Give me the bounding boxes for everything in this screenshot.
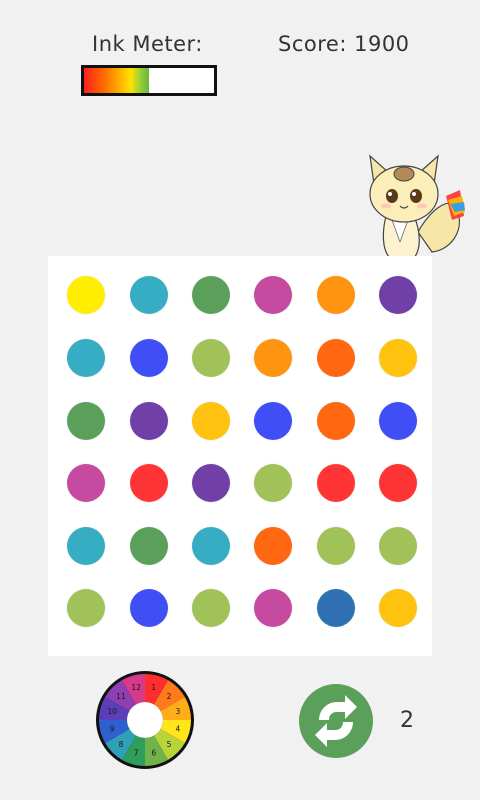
dot-r1-c6[interactable] bbox=[379, 276, 417, 314]
color-wheel-number: 5 bbox=[167, 740, 172, 749]
fox-mascot-icon bbox=[369, 154, 465, 259]
dot-r5-c4[interactable] bbox=[254, 527, 292, 565]
dot-r3-c1[interactable] bbox=[67, 402, 105, 440]
dot-r1-c1[interactable] bbox=[67, 276, 105, 314]
score-value: 1900 bbox=[354, 32, 410, 56]
color-wheel-number: 8 bbox=[119, 740, 124, 749]
color-wheel-icon: 123456789101112 bbox=[96, 671, 194, 769]
dot-r4-c1[interactable] bbox=[67, 464, 105, 502]
ink-meter-label: Ink Meter: bbox=[92, 32, 203, 56]
dot-r2-c3[interactable] bbox=[192, 339, 230, 377]
dot-r4-c3[interactable] bbox=[192, 464, 230, 502]
dot-r4-c4[interactable] bbox=[254, 464, 292, 502]
color-wheel-number: 1 bbox=[151, 683, 156, 692]
dot-r5-c6[interactable] bbox=[379, 527, 417, 565]
dot-r3-c6[interactable] bbox=[379, 402, 417, 440]
refresh-button-bg bbox=[299, 684, 373, 758]
dot-r3-c3[interactable] bbox=[192, 402, 230, 440]
score-display: Score: 1900 bbox=[278, 32, 410, 56]
dot-r5-c1[interactable] bbox=[67, 527, 105, 565]
dot-r1-c3[interactable] bbox=[192, 276, 230, 314]
dot-r2-c6[interactable] bbox=[379, 339, 417, 377]
dot-r4-c5[interactable] bbox=[317, 464, 355, 502]
dot-r6-c5[interactable] bbox=[317, 589, 355, 627]
ink-meter bbox=[81, 65, 217, 96]
dot-r4-c2[interactable] bbox=[130, 464, 168, 502]
color-wheel-number: 10 bbox=[107, 707, 117, 716]
ink-meter-fill bbox=[84, 68, 149, 93]
color-wheel-number: 11 bbox=[116, 692, 126, 701]
game-board bbox=[48, 256, 432, 656]
color-wheel-number: 4 bbox=[175, 725, 180, 734]
color-wheel-number: 12 bbox=[131, 683, 141, 692]
dot-r4-c6[interactable] bbox=[379, 464, 417, 502]
dot-r6-c4[interactable] bbox=[254, 589, 292, 627]
score-label: Score: bbox=[278, 32, 347, 56]
dot-r3-c4[interactable] bbox=[254, 402, 292, 440]
dot-r1-c4[interactable] bbox=[254, 276, 292, 314]
dot-r6-c2[interactable] bbox=[130, 589, 168, 627]
refresh-count: 2 bbox=[400, 708, 414, 733]
dot-r5-c5[interactable] bbox=[317, 527, 355, 565]
color-wheel-number: 9 bbox=[110, 725, 115, 734]
color-wheel-number: 6 bbox=[151, 749, 156, 758]
dot-r5-c2[interactable] bbox=[130, 527, 168, 565]
dot-r6-c1[interactable] bbox=[67, 589, 105, 627]
dot-r6-c3[interactable] bbox=[192, 589, 230, 627]
dot-r5-c3[interactable] bbox=[192, 527, 230, 565]
dot-r1-c5[interactable] bbox=[317, 276, 355, 314]
color-wheel-number: 2 bbox=[167, 692, 172, 701]
refresh-button[interactable] bbox=[299, 684, 373, 758]
dot-r2-c2[interactable] bbox=[130, 339, 168, 377]
color-wheel-number: 7 bbox=[134, 749, 139, 758]
dot-r2-c1[interactable] bbox=[67, 339, 105, 377]
color-wheel-number: 3 bbox=[175, 707, 180, 716]
dot-r2-c4[interactable] bbox=[254, 339, 292, 377]
dot-r1-c2[interactable] bbox=[130, 276, 168, 314]
dot-r3-c2[interactable] bbox=[130, 402, 168, 440]
dot-r6-c6[interactable] bbox=[379, 589, 417, 627]
dot-r2-c5[interactable] bbox=[317, 339, 355, 377]
dot-r3-c5[interactable] bbox=[317, 402, 355, 440]
